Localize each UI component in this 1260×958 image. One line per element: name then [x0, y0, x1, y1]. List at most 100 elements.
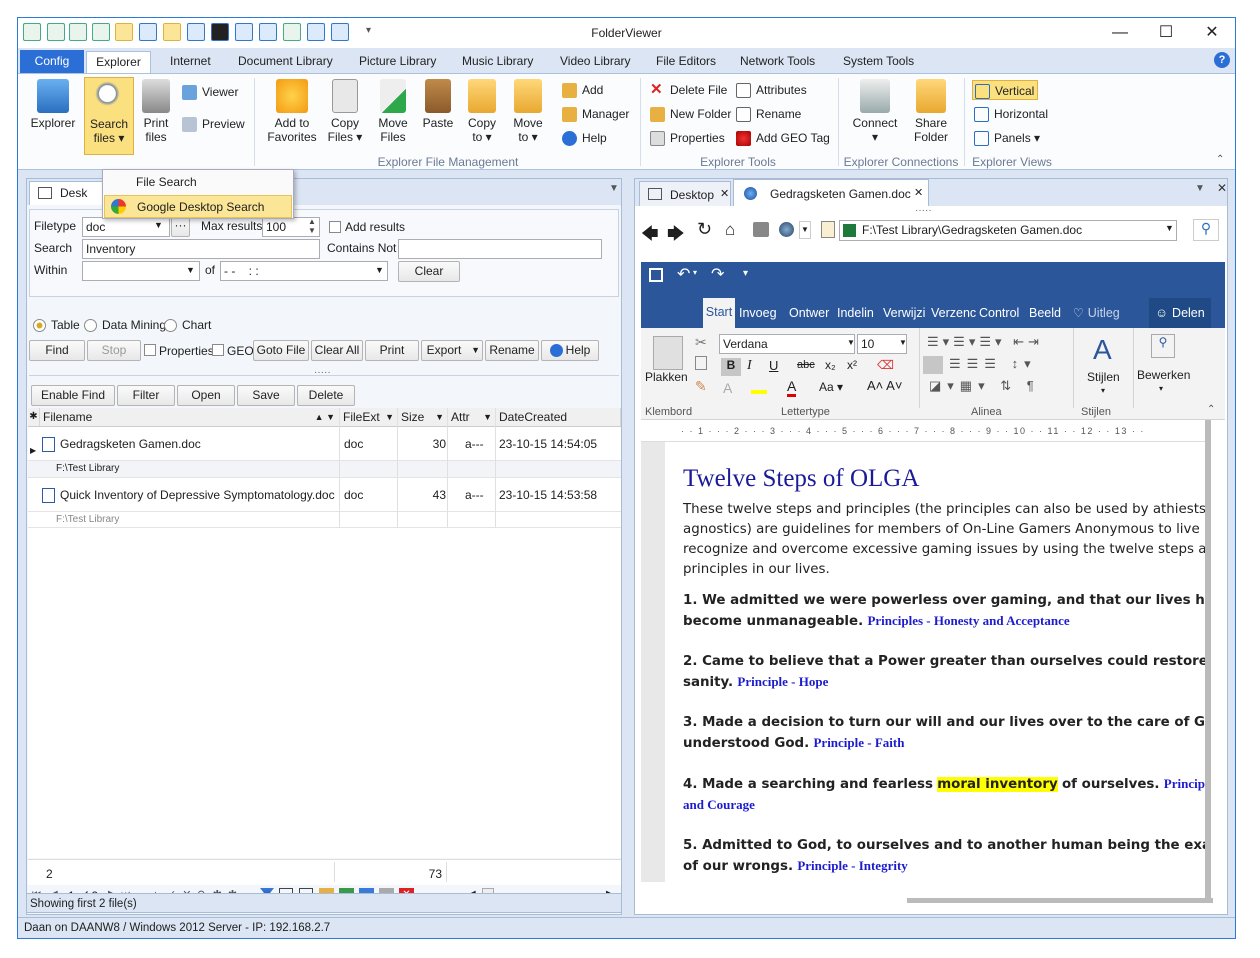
chevron-down-icon[interactable]: ▼	[847, 338, 855, 347]
word-tab-start[interactable]: Start	[703, 298, 735, 328]
table-row[interactable]: Quick Inventory of Depressive Symptomato…	[28, 478, 621, 512]
word-tab-beeld[interactable]: Beeld	[1029, 298, 1061, 328]
new-folder-button[interactable]: New Folder	[648, 104, 731, 124]
chevron-down-icon[interactable]: ▾	[1101, 386, 1105, 395]
filter-icon[interactable]: ▼	[435, 408, 444, 426]
help-button[interactable]: Help	[560, 128, 607, 148]
search-input[interactable]: Inventory	[82, 239, 320, 259]
vertical-view-button[interactable]: Vertical	[972, 80, 1038, 100]
delete-file-button[interactable]: ✕ Delete File	[648, 80, 727, 100]
google-desktop-search-menu-item[interactable]: Google Desktop Search	[104, 195, 292, 218]
viewer-button[interactable]: Viewer	[180, 82, 238, 102]
attributes-button[interactable]: Attributes	[734, 80, 807, 100]
clipboard-icon[interactable]	[821, 221, 835, 238]
styles-icon[interactable]: A	[1093, 334, 1112, 366]
tab-file-editors[interactable]: File Editors	[654, 51, 718, 73]
word-undo-icon[interactable]: ↶	[677, 264, 690, 284]
splitter-grip[interactable]: ·····	[314, 367, 331, 378]
panels-button[interactable]: Panels ▾	[972, 128, 1040, 148]
print-icon[interactable]	[753, 222, 769, 237]
help-button[interactable]: Help	[541, 340, 599, 361]
subscript-button[interactable]: x₂	[825, 358, 836, 372]
word-tab-invoegen[interactable]: Invoeg	[739, 298, 777, 328]
explorer-button[interactable]: Explorer	[28, 77, 78, 130]
collapse-word-ribbon-icon[interactable]: ⌃	[1207, 404, 1215, 415]
text-effects-icon[interactable]: A	[723, 380, 732, 396]
doc-hscrollbar[interactable]	[907, 898, 1213, 903]
maximize-button[interactable]: ☐	[1143, 18, 1189, 48]
filter-icon[interactable]: ▼	[385, 408, 394, 426]
close-tab-icon[interactable]: ✕	[720, 187, 729, 200]
word-redo-icon[interactable]: ↷	[711, 264, 724, 284]
manager-button[interactable]: Manager	[560, 104, 629, 124]
minimize-button[interactable]: —	[1097, 18, 1143, 48]
contains-not-input[interactable]	[398, 239, 602, 259]
rename-button[interactable]: Rename	[485, 340, 539, 361]
delete-button[interactable]: Delete	[297, 385, 355, 406]
within-select[interactable]	[82, 261, 200, 281]
properties-checkbox[interactable]	[144, 344, 156, 356]
find-button[interactable]: Find	[29, 340, 85, 361]
column-filename[interactable]: Filename ▲ ▼	[40, 408, 340, 426]
address-bar[interactable]: F:\Test Library\Gedragsketen Gamen.doc	[839, 220, 1177, 241]
format-painter-icon[interactable]: ✎	[695, 378, 707, 395]
collapse-ribbon-icon[interactable]: ⌃	[1216, 154, 1224, 165]
tab-document-library[interactable]: Document Library	[236, 51, 335, 73]
word-tell-me[interactable]: ♡ Uitleg	[1073, 298, 1120, 328]
chevron-down-icon[interactable]: ▼	[1165, 223, 1174, 233]
column-datecreated[interactable]: DateCreated	[496, 408, 621, 426]
move-to-button[interactable]: Move to ▾	[508, 77, 548, 144]
stijlen-button[interactable]: Stijlen	[1087, 370, 1120, 384]
word-share-button[interactable]: ☺ Delen	[1149, 298, 1211, 328]
word-tab-ontwerpen[interactable]: Ontwer	[789, 298, 829, 328]
properties-button[interactable]: Properties	[648, 128, 725, 148]
chart-radio[interactable]	[164, 319, 177, 332]
add-to-favorites-button[interactable]: Add to Favorites	[266, 77, 318, 144]
refresh-icon[interactable]: ↻	[697, 219, 712, 240]
close-button[interactable]: ✕	[1189, 18, 1235, 48]
tab-explorer[interactable]: Explorer	[86, 51, 151, 73]
underline-button[interactable]: U	[769, 358, 778, 373]
search-icon[interactable]: ⚲	[1193, 219, 1219, 241]
italic-button[interactable]: I	[747, 358, 752, 374]
paste-icon[interactable]	[653, 336, 683, 370]
print-files-button[interactable]: Print files	[138, 77, 174, 144]
word-customize-icon[interactable]: ▾	[743, 268, 748, 279]
tab-network-tools[interactable]: Network Tools	[738, 51, 817, 73]
tab-video-library[interactable]: Video Library	[558, 51, 633, 73]
connect-button[interactable]: Connect ▾	[848, 77, 902, 144]
goto-file-button[interactable]: Goto File	[253, 340, 309, 361]
help-icon[interactable]: ?	[1214, 52, 1230, 68]
chevron-down-icon[interactable]: ▼	[375, 265, 384, 275]
table-row[interactable]: ▶ Gedragsketen Gamen.doc doc 30 a--- 23-…	[28, 427, 621, 461]
cut-icon[interactable]: ✂	[695, 334, 707, 351]
date-input[interactable]: - - : :	[220, 261, 388, 281]
tab-system-tools[interactable]: System Tools	[841, 51, 916, 73]
chevron-down-icon[interactable]: ▾	[1159, 384, 1163, 393]
clear-button[interactable]: Clear	[398, 261, 460, 282]
horizontal-view-button[interactable]: Horizontal	[972, 104, 1048, 124]
chevron-down-icon[interactable]: ▾	[693, 268, 697, 277]
tab-menu-icon[interactable]: ▼	[1195, 183, 1205, 194]
move-files-button[interactable]: Move Files	[372, 77, 414, 144]
doc-scrollbar[interactable]	[1205, 420, 1211, 900]
table-radio[interactable]	[33, 319, 46, 332]
paste-button[interactable]: Paste	[420, 77, 456, 130]
align-icons[interactable]: ☰☰☰ ↕▾	[949, 356, 1037, 372]
search-files-button[interactable]: Search files ▾	[84, 77, 134, 155]
save-button[interactable]: Save	[237, 385, 295, 406]
tab-menu-icon[interactable]: ▼	[609, 183, 619, 194]
filetype-more-button[interactable]: ···	[171, 217, 190, 237]
enable-find-button[interactable]: Enable Find	[31, 385, 115, 406]
grow-font-icon[interactable]: A˄ A˅	[867, 378, 902, 393]
export-button[interactable]: Export ▼	[421, 340, 483, 361]
spinner-icon[interactable]: ▲ ▼	[308, 217, 316, 235]
chevron-down-icon[interactable]: ▼	[899, 338, 907, 347]
data-mining-radio[interactable]	[84, 319, 97, 332]
add-geo-tag-button[interactable]: Add GEO Tag	[734, 128, 830, 148]
highlight-icon[interactable]	[751, 380, 767, 394]
word-tab-verwijzingen[interactable]: Verwijzi	[883, 298, 925, 328]
print-button[interactable]: Print	[365, 340, 419, 361]
font-name-input[interactable]: Verdana	[719, 334, 855, 354]
globe-icon[interactable]	[779, 222, 794, 237]
